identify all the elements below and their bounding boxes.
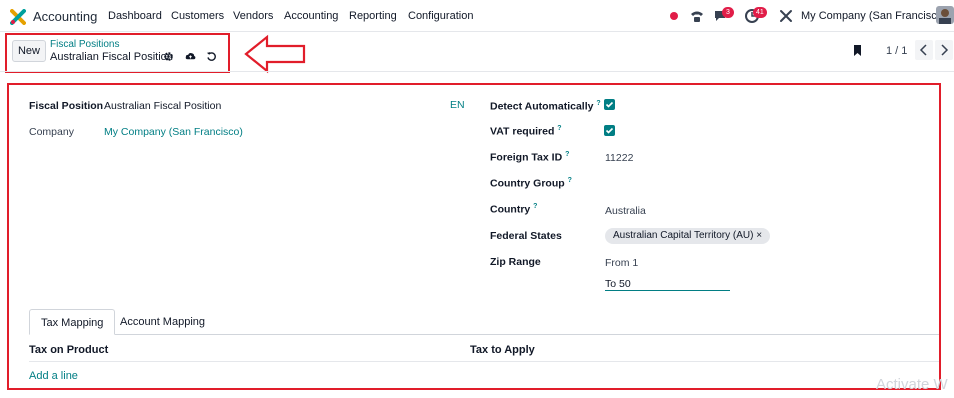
country-group-label: Country Group ? <box>490 177 572 190</box>
tab-tax-mapping[interactable]: Tax Mapping <box>29 309 116 335</box>
column-tax-on-product[interactable]: Tax on Product <box>29 344 108 356</box>
annotation-arrow-icon <box>244 34 306 74</box>
app-name[interactable]: Accounting <box>33 9 97 24</box>
company-field[interactable]: My Company (San Francisco) <box>104 126 243 138</box>
vat-required-label: VAT required ? <box>490 125 562 138</box>
help-icon[interactable]: ? <box>568 177 572 184</box>
zip-to-field[interactable]: To 50 <box>605 278 631 290</box>
checkmark-icon <box>605 127 614 134</box>
header-divider <box>0 71 954 72</box>
federal-state-tag: Australian Capital Territory (AU) × <box>605 228 771 244</box>
detect-automatically-label: Detect Automatically ? <box>490 100 601 113</box>
help-icon[interactable]: ? <box>565 151 569 158</box>
recording-dot-icon[interactable] <box>670 12 678 20</box>
zip-range-label: Zip Range <box>490 256 541 268</box>
pager-next-button[interactable] <box>935 40 953 60</box>
country-group-field[interactable] <box>605 178 730 190</box>
activities-badge: 41 <box>753 7 767 18</box>
menu-vendors[interactable]: Vendors <box>233 10 273 22</box>
menu-accounting[interactable]: Accounting <box>284 10 338 22</box>
foreign-tax-id-field[interactable]: 11222 <box>605 152 633 164</box>
checkmark-icon <box>605 101 614 108</box>
user-avatar[interactable] <box>936 6 954 24</box>
menu-dashboard[interactable]: Dashboard <box>108 10 162 22</box>
country-field[interactable]: Australia <box>605 205 646 217</box>
fiscal-position-label: Fiscal Position <box>29 100 104 112</box>
accounting-app-icon[interactable] <box>10 9 26 25</box>
tab-account-mapping[interactable]: Account Mapping <box>109 309 216 335</box>
language-badge[interactable]: EN <box>450 99 465 111</box>
tools-icon[interactable] <box>778 8 794 24</box>
vat-required-checkbox[interactable] <box>604 125 615 136</box>
pager-previous-button[interactable] <box>915 40 933 60</box>
zip-from-field[interactable]: From 1 <box>605 257 638 269</box>
chevron-right-icon <box>941 44 949 56</box>
add-a-line-link[interactable]: Add a line <box>29 370 78 382</box>
messages-badge: 3 <box>722 7 734 18</box>
top-navbar: Accounting Dashboard Customers Vendors A… <box>0 0 954 32</box>
detect-automatically-checkbox[interactable] <box>604 99 615 110</box>
table-header-divider <box>29 361 939 362</box>
menu-customers[interactable]: Customers <box>171 10 224 22</box>
help-icon[interactable]: ? <box>557 125 561 132</box>
fiscal-position-field[interactable]: Australian Fiscal Position <box>104 100 221 112</box>
menu-reporting[interactable]: Reporting <box>349 10 397 22</box>
zip-to-focus-underline <box>605 290 730 291</box>
phone-icon[interactable] <box>689 8 705 24</box>
pager-value[interactable]: 1 / 1 <box>886 45 907 57</box>
help-icon[interactable]: ? <box>596 100 600 107</box>
federal-states-label: Federal States <box>490 230 562 242</box>
menu-configuration[interactable]: Configuration <box>408 10 473 22</box>
bookmark-icon[interactable] <box>853 44 863 57</box>
company-label: Company <box>29 126 74 138</box>
windows-activation-watermark: Activate W <box>876 376 948 393</box>
annotation-highlight-box <box>5 33 230 73</box>
tag-remove-icon[interactable]: × <box>756 230 762 241</box>
chevron-left-icon <box>919 44 927 56</box>
help-icon[interactable]: ? <box>533 203 537 210</box>
foreign-tax-id-label: Foreign Tax ID ? <box>490 151 570 164</box>
company-switcher[interactable]: My Company (San Francisco) <box>801 10 947 22</box>
column-tax-to-apply[interactable]: Tax to Apply <box>470 344 535 356</box>
country-label: Country ? <box>490 203 538 216</box>
